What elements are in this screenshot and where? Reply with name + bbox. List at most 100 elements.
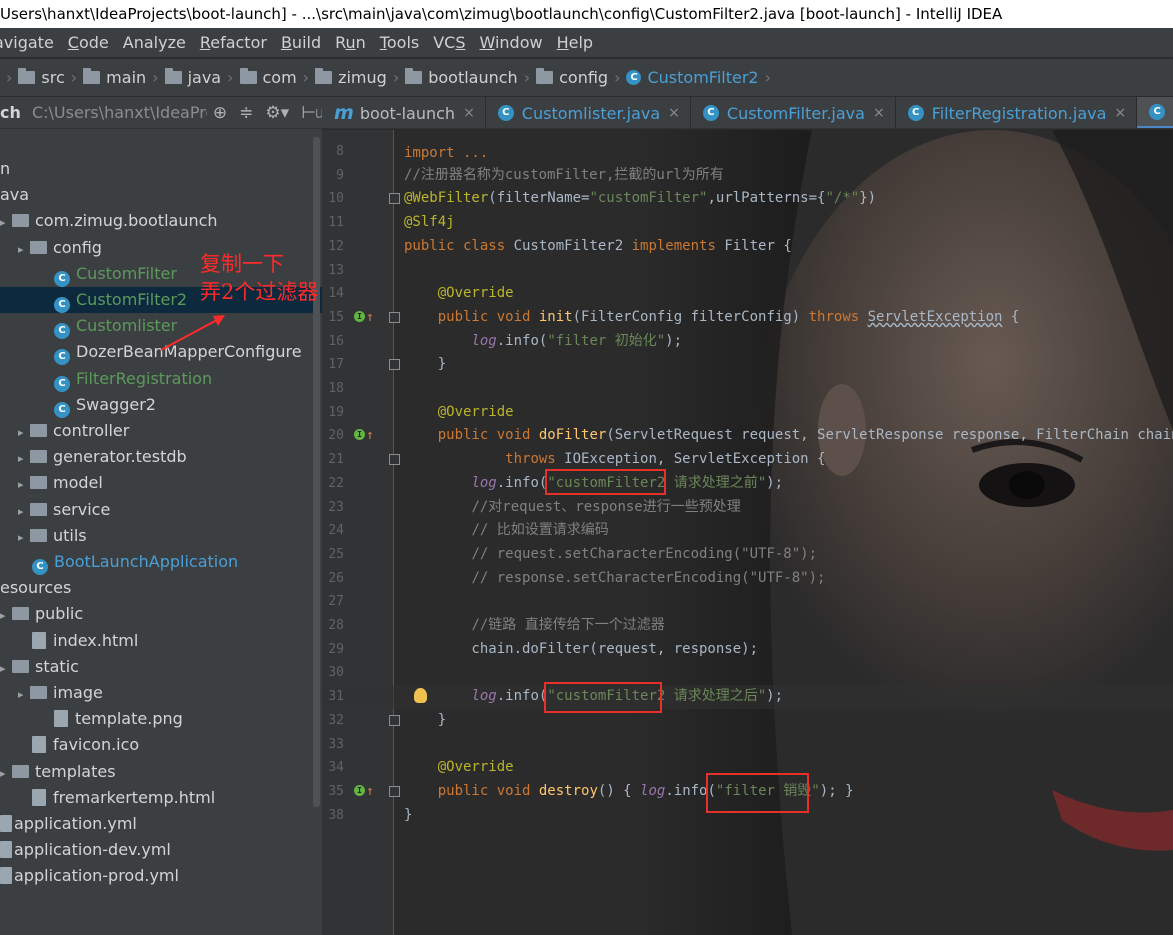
breadcrumb-label: main xyxy=(106,68,147,87)
override-marker-icon[interactable]: I xyxy=(354,310,365,322)
breadcrumb-item-com[interactable]: com › xyxy=(239,68,316,87)
code-line: 29 chain.doFilter(request, response); xyxy=(322,638,1173,662)
fold-end-icon[interactable] xyxy=(389,714,400,726)
tree-item-n[interactable]: n xyxy=(0,156,322,182)
tree-item-controller[interactable]: ▸ controller xyxy=(0,418,322,444)
menu-item-run[interactable]: Run xyxy=(328,33,373,52)
tree-item-bootlaunchapplication[interactable]: C BootLaunchApplication xyxy=(0,549,322,575)
code-editor[interactable]: 8 9//注册器名称为customFilter,拦截的url为所有 10 @WebFi… xyxy=(322,130,1173,935)
tree-item-index-html[interactable]: index.html xyxy=(0,628,322,654)
chevron-right-icon[interactable]: ▸ xyxy=(0,656,12,682)
menu-item-build[interactable]: Build xyxy=(274,33,328,52)
line-number: 10 xyxy=(328,191,344,207)
menu-item-analyze[interactable]: Analyze xyxy=(116,33,193,52)
tree-item-com-zimug-bootlaunch[interactable]: ▸ com.zimug.bootlaunch xyxy=(0,208,322,234)
code-token: } xyxy=(404,806,413,823)
tree-item-fremarkertemp-html[interactable]: fremarkertemp.html xyxy=(0,785,322,811)
breadcrumb-item-customfilter2[interactable]: C CustomFilter2 › xyxy=(626,68,777,87)
tab-filterregistration-java[interactable]: C FilterRegistration.java × xyxy=(896,97,1138,128)
tab-label: boot-launch xyxy=(359,103,456,123)
fold-icon[interactable] xyxy=(389,454,400,466)
chevron-right-icon[interactable]: ▸ xyxy=(18,420,30,446)
chevron-right-icon[interactable]: ▸ xyxy=(18,472,30,498)
chevron-right-icon[interactable]: ▸ xyxy=(0,210,12,236)
tree-item-public[interactable]: ▸ public xyxy=(0,601,322,627)
tab-boot-launch[interactable]: m boot-launch × xyxy=(322,97,486,128)
tree-item-label: ava xyxy=(0,185,30,205)
close-icon[interactable]: × xyxy=(1114,105,1126,121)
line-number: 29 xyxy=(328,641,344,657)
close-icon[interactable]: × xyxy=(463,105,475,121)
code-line: 32 } xyxy=(322,709,1173,733)
breadcrumb-item-zimug[interactable]: zimug › xyxy=(315,68,405,87)
implements-arrow-icon[interactable]: ↑ xyxy=(366,780,374,804)
chevron-right-icon[interactable]: ▸ xyxy=(18,525,30,551)
folder-icon xyxy=(536,68,554,84)
chevron-right-icon[interactable]: ▸ xyxy=(0,603,12,629)
gear-icon[interactable]: ⚙▾ xyxy=(265,103,289,123)
breadcrumb-item-config[interactable]: config › xyxy=(536,68,626,87)
breadcrumb-item-bootlaunch[interactable]: bootlaunch › xyxy=(405,68,536,87)
highlight-box-3 xyxy=(706,773,809,813)
chevron-right-icon[interactable]: ▸ xyxy=(0,761,12,787)
tree-item-label: template.png xyxy=(75,709,183,729)
tree-item-application-dev-yml[interactable]: application-dev.yml xyxy=(0,837,322,863)
chevron-right-icon[interactable]: ▸ xyxy=(18,682,30,708)
tree-item-static[interactable]: ▸ static xyxy=(0,654,322,680)
fold-icon[interactable] xyxy=(389,193,400,205)
tree-item-ava[interactable]: ava xyxy=(0,182,322,208)
locate-icon[interactable]: ⊕ xyxy=(213,103,227,123)
tree-item-utils[interactable]: ▸ utils xyxy=(0,523,322,549)
menu-item-vcs[interactable]: VCS xyxy=(426,33,472,52)
hide-panel-icon[interactable]: ⊢ xyxy=(301,103,316,123)
tree-item-template-png[interactable]: template.png xyxy=(0,706,322,732)
menu-item-refactor[interactable]: Refactor xyxy=(193,33,274,52)
line-number: 34 xyxy=(328,760,344,776)
tree-item-swagger2[interactable]: C Swagger2 xyxy=(0,392,322,418)
close-icon[interactable]: × xyxy=(873,105,885,121)
code-token: @Override xyxy=(437,403,514,420)
tree-item-generator-testdb[interactable]: ▸ generator.testdb xyxy=(0,444,322,470)
chevron-right-icon[interactable]: ▸ xyxy=(18,446,30,472)
tab-customlister-java[interactable]: C Customlister.java × xyxy=(486,97,691,128)
folder-icon xyxy=(30,240,47,254)
code-token: Filter { xyxy=(724,237,792,254)
tab-customfilter-java[interactable]: C CustomFilter.java × xyxy=(691,97,896,128)
tree-item-image[interactable]: ▸ image xyxy=(0,680,322,706)
tree-item-templates[interactable]: ▸ templates xyxy=(0,759,322,785)
tree-item-label: model xyxy=(53,473,103,493)
collapse-all-icon[interactable]: ≑ xyxy=(239,103,253,123)
implements-arrow-icon[interactable]: ↑ xyxy=(366,424,374,448)
override-marker-icon[interactable]: I xyxy=(354,429,365,441)
tree-item-filterregistration[interactable]: C FilterRegistration xyxy=(0,366,322,392)
tree-item-esources[interactable]: esources xyxy=(0,575,322,601)
folder-icon xyxy=(18,68,36,84)
fold-icon[interactable] xyxy=(389,785,400,797)
fold-icon[interactable] xyxy=(389,311,400,323)
code-token: implements xyxy=(631,237,725,254)
project-scrollbar[interactable] xyxy=(313,137,320,807)
close-icon[interactable]: × xyxy=(668,105,680,121)
tab-customfil[interactable]: CCustomFil xyxy=(1137,97,1173,128)
breadcrumb-item-main[interactable]: main › xyxy=(83,68,164,87)
breadcrumb-item-src[interactable]: src › xyxy=(18,68,83,87)
menu-item-window[interactable]: Window xyxy=(473,33,550,52)
chevron-right-icon[interactable]: ▸ xyxy=(18,237,30,263)
tree-item-service[interactable]: ▸ service xyxy=(0,497,322,523)
override-marker-icon[interactable]: I xyxy=(354,784,365,796)
menu-item-tools[interactable]: Tools xyxy=(373,33,426,52)
tree-item-application-prod-yml[interactable]: application-prod.yml xyxy=(0,863,322,889)
implements-arrow-icon[interactable]: ↑ xyxy=(366,306,374,330)
menu-item-code[interactable]: Code xyxy=(61,33,116,52)
menu-item-help[interactable]: Help xyxy=(550,33,600,52)
fold-end-icon[interactable] xyxy=(389,359,400,371)
menu-item-avigate[interactable]: avigate xyxy=(0,33,61,52)
chevron-right-icon[interactable]: ▸ xyxy=(18,499,30,525)
tree-item-application-yml[interactable]: application.yml xyxy=(0,811,322,837)
tree-item-model[interactable]: ▸ model xyxy=(0,470,322,496)
tree-item-favicon-ico[interactable]: favicon.ico xyxy=(0,732,322,758)
code-token: @Override xyxy=(437,759,514,776)
breadcrumb-item-java[interactable]: java › xyxy=(164,68,240,87)
